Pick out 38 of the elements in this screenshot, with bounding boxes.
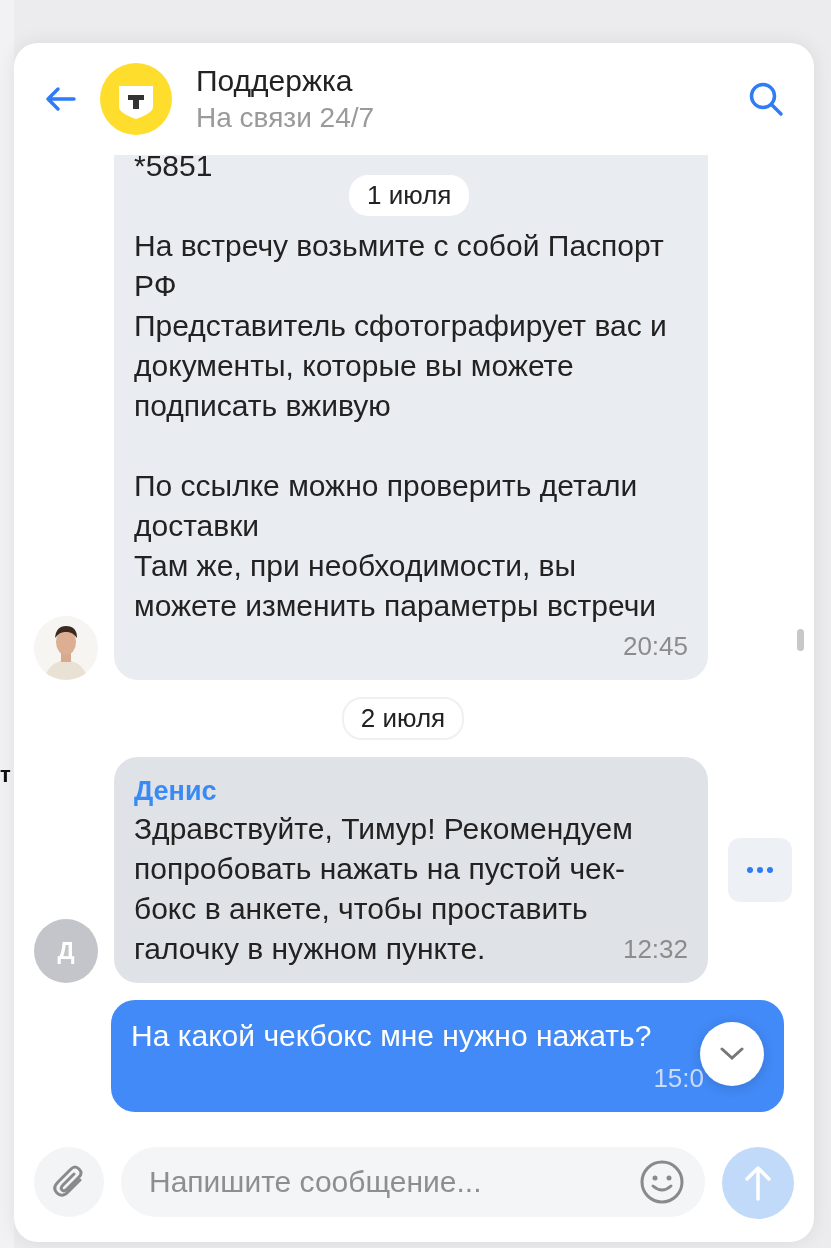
scrollbar-thumb[interactable] xyxy=(797,629,804,651)
search-icon xyxy=(748,81,784,117)
back-arrow-icon xyxy=(44,86,76,112)
more-icon xyxy=(746,866,774,874)
smiley-icon[interactable] xyxy=(639,1159,685,1205)
avatar: Д xyxy=(34,919,98,983)
message-text: Там же, при необходимости, вы xyxy=(134,548,577,584)
search-button[interactable] xyxy=(748,81,784,117)
message-time: 15:0 xyxy=(653,1062,704,1095)
message-text: На какой чекбокс мне нужно нажать? xyxy=(131,1018,652,1054)
date-chip: 1 июля xyxy=(349,175,470,216)
author-name: Денис xyxy=(134,775,217,808)
shield-logo-icon xyxy=(100,63,172,135)
chat-title: Поддержка xyxy=(196,64,354,98)
message-text: галочку в нужном пункте. xyxy=(134,931,486,967)
message-text: бокс в анкете, чтобы проставить xyxy=(134,891,588,927)
chevron-down-icon xyxy=(720,1047,744,1061)
message-text: подписать вживую xyxy=(134,388,391,424)
message-text: можете изменить параметры встречи xyxy=(134,588,657,624)
message-text: На встречу возьмите с собой Паспорт xyxy=(134,228,664,264)
chat-subtitle: На связи 24/7 xyxy=(196,102,376,134)
message-time: 12:32 xyxy=(622,933,688,966)
back-button[interactable] xyxy=(44,86,76,112)
message-text: РФ xyxy=(134,268,177,304)
message-field[interactable]: Напишите сообщение... xyxy=(121,1147,705,1217)
more-button[interactable] xyxy=(728,838,792,902)
background-text: т xyxy=(0,762,11,788)
message-input[interactable]: Напишите сообщение... xyxy=(147,1164,639,1200)
arrow-up-icon xyxy=(744,1165,772,1201)
message-text: По ссылке можно проверить детали xyxy=(134,468,638,504)
message-text: доставки xyxy=(134,508,260,544)
message-time: 20:45 xyxy=(622,630,688,663)
date-chip: 2 июля xyxy=(341,697,465,740)
message-text: Здравствуйте, Тимур! Рекомендуем xyxy=(134,811,633,847)
message-text: *5851 xyxy=(134,155,213,184)
message-text: попробовать нажать на пустой чек- xyxy=(134,851,625,887)
message-text: Представитель сфотографирует вас и xyxy=(134,308,667,344)
message-text: документы, которые вы можете xyxy=(134,348,574,384)
